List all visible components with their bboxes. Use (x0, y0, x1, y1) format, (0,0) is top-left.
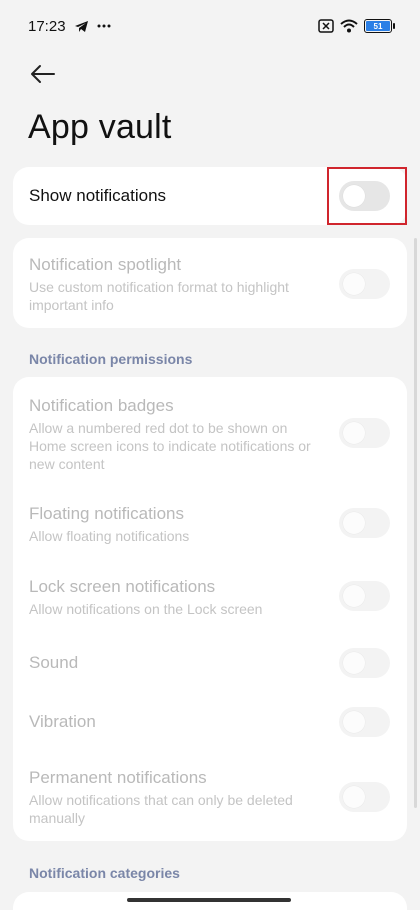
toggle-knob (343, 585, 365, 607)
back-arrow-icon (31, 65, 55, 83)
floating-toggle[interactable] (339, 508, 390, 538)
status-bar: 17:23 51 (0, 0, 420, 52)
toggle-knob (343, 786, 365, 808)
toggle-knob (343, 185, 365, 207)
show-notifications-label: Show notifications (29, 186, 167, 205)
toggle-knob (343, 512, 365, 534)
toggle-knob (343, 422, 365, 444)
show-notifications-card: Show notifications (13, 167, 407, 225)
sim-no-signal-icon (318, 19, 334, 33)
permissions-card: Notification badges Allow a numbered red… (13, 377, 407, 841)
battery-level: 51 (366, 21, 390, 31)
permission-title: Sound (29, 653, 79, 672)
page-title: App vault (28, 108, 172, 146)
more-dots-icon (97, 24, 111, 28)
telegram-icon (74, 20, 89, 33)
permission-subtitle: Allow floating notifications (29, 528, 190, 544)
permission-title: Permanent notifications (29, 768, 207, 787)
categories-section-header: Notification categories (29, 865, 180, 881)
wifi-icon (340, 19, 358, 33)
permission-subtitle: Allow a numbered red dot to be shown on … (29, 420, 311, 472)
spotlight-card: Notification spotlight Use custom notifi… (13, 238, 407, 328)
permission-subtitle: Allow notifications that can only be del… (29, 792, 293, 826)
toggle-knob (343, 273, 365, 295)
home-indicator[interactable] (127, 898, 291, 902)
toggle-knob (343, 652, 365, 674)
permission-title: Lock screen notifications (29, 577, 216, 596)
status-time: 17:23 (28, 17, 66, 35)
vibration-toggle[interactable] (339, 707, 390, 737)
show-notifications-toggle[interactable] (339, 181, 390, 211)
sound-toggle[interactable] (339, 648, 390, 678)
toggle-knob (343, 711, 365, 733)
show-notifications-row[interactable]: Show notifications (13, 167, 407, 225)
permission-title: Floating notifications (29, 504, 184, 523)
permanent-toggle[interactable] (339, 782, 390, 812)
spotlight-title: Notification spotlight (29, 255, 182, 274)
permission-subtitle: Allow notifications on the Lock screen (29, 601, 263, 617)
back-button[interactable] (24, 56, 60, 92)
spotlight-toggle[interactable] (339, 269, 390, 299)
spotlight-subtitle: Use custom notification format to highli… (29, 279, 289, 313)
permissions-section-header: Notification permissions (29, 351, 193, 367)
battery-icon: 51 (364, 19, 395, 33)
scrollbar[interactable] (414, 238, 417, 808)
permission-title: Notification badges (29, 396, 174, 415)
permission-title: Vibration (29, 712, 96, 731)
lockscreen-toggle[interactable] (339, 581, 390, 611)
badges-toggle[interactable] (339, 418, 390, 448)
